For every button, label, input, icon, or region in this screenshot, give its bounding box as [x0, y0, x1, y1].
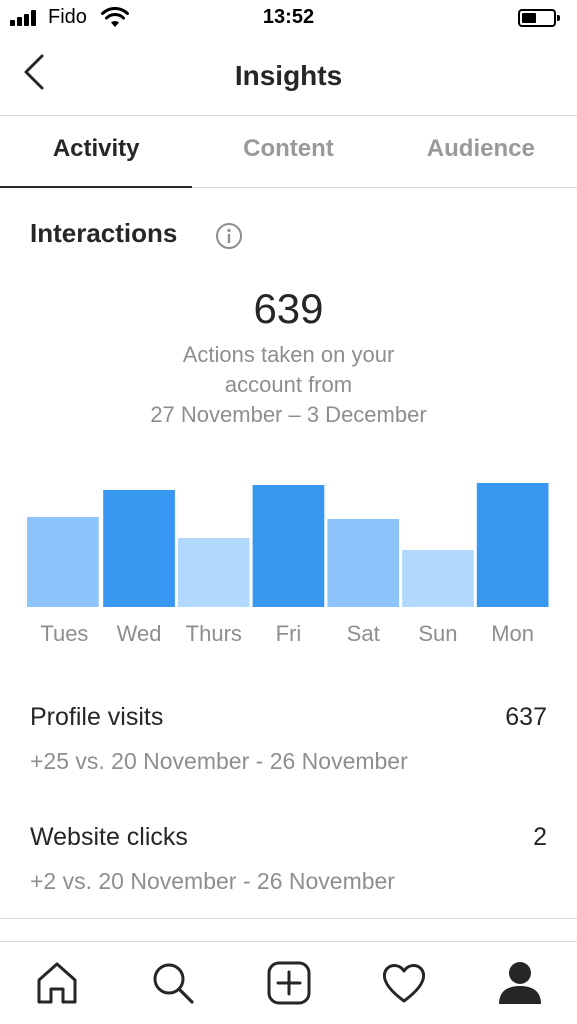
tab-bar: Activity Content Audience — [0, 116, 577, 188]
profile-visits-compare: +25 vs. 20 November - 26 November — [30, 748, 408, 774]
bar-wed — [103, 490, 175, 607]
subtitle-line: account from — [224, 372, 353, 397]
new-post-icon[interactable] — [264, 958, 314, 1008]
profile-icon[interactable] — [495, 958, 545, 1008]
bar-sat — [327, 519, 400, 607]
bar-tues — [27, 517, 99, 607]
interactions-total: 639 — [253, 285, 324, 332]
activity-heart-icon[interactable] — [379, 958, 429, 1008]
tick-label-fri: Fri — [276, 621, 302, 646]
tick-label-tues: Tues — [40, 621, 88, 646]
header: Insights — [0, 40, 577, 116]
divider — [0, 918, 577, 919]
tick-label-sat: Sat — [347, 621, 380, 646]
bar-mon — [476, 483, 549, 607]
bar-chart-svg: Tues Wed Thurs Fri Sat Sun Mon — [27, 483, 549, 646]
bar-sun — [402, 550, 474, 607]
tab-activity[interactable]: Activity — [0, 116, 193, 188]
website-clicks-compare: +2 vs. 20 November - 26 November — [30, 868, 395, 894]
home-icon[interactable] — [32, 958, 82, 1008]
tab-content[interactable]: Content — [192, 116, 384, 187]
status-time: 13:52 — [262, 6, 315, 28]
interactions-subtitle: Actions taken on your account from 27 No… — [100, 340, 477, 430]
website-clicks-value: 2 — [533, 823, 547, 851]
interactions-bar-chart: Tues Wed Thurs Fri Sat Sun Mon — [0, 450, 577, 650]
tab-audience[interactable]: Audience — [385, 116, 577, 187]
page-title: Insights — [234, 60, 343, 91]
website-clicks-label: Website clicks — [30, 823, 188, 851]
bar-fri — [252, 485, 325, 607]
subtitle-date-range: 27 November – 3 December — [150, 402, 427, 427]
tick-label-sun: Sun — [418, 621, 457, 646]
bottom-navigation — [0, 941, 577, 1024]
subtitle-line: Actions taken on your — [182, 342, 395, 367]
tick-label-thurs: Thurs — [186, 621, 242, 646]
search-icon[interactable] — [148, 958, 198, 1008]
section-title-interactions: Interactions — [30, 218, 178, 248]
info-icon[interactable] — [215, 222, 243, 250]
tick-label-wed: Wed — [117, 621, 162, 646]
battery-level — [522, 13, 536, 23]
insights-screen: Fido 13:52 Insights Activity Content Aud… — [0, 0, 577, 1024]
profile-visits-label: Profile visits — [30, 703, 164, 731]
tick-label-mon: Mon — [491, 621, 534, 646]
battery-icon — [518, 9, 560, 27]
profile-visits-value: 637 — [505, 703, 547, 731]
status-bar: Fido 13:52 — [0, 0, 577, 40]
bar-thurs — [177, 538, 250, 607]
